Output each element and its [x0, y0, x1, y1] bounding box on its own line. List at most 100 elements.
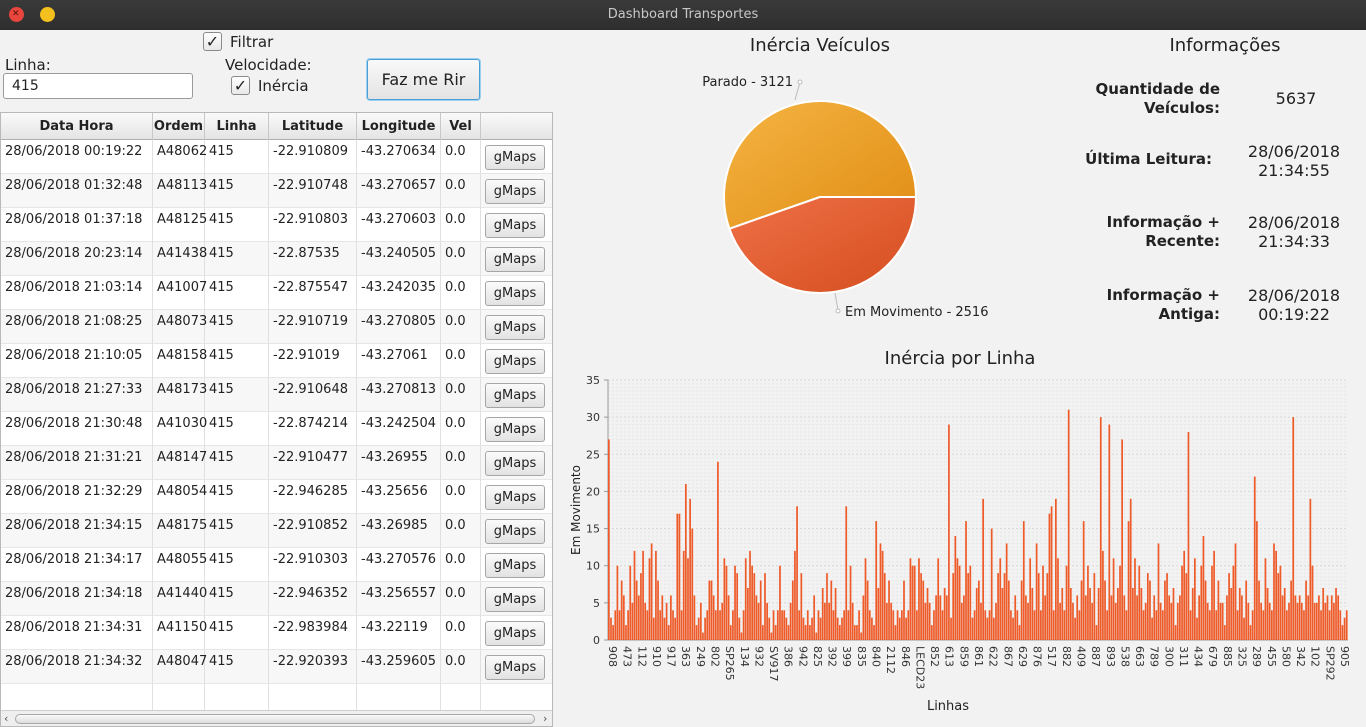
gmaps-button[interactable]: gMaps [485, 145, 545, 170]
linha-input[interactable] [3, 73, 193, 99]
bar [1003, 573, 1006, 640]
bar [1084, 595, 1087, 640]
column-header-vel[interactable]: Vel [441, 113, 481, 140]
cell-vel: 0.0 [441, 276, 481, 310]
table-row[interactable]: 28/06/2018 21:34:31 A41150 415 -22.983984 -4… [1, 616, 552, 650]
x-tick-label: 679 [1206, 646, 1219, 667]
bar [1320, 610, 1322, 640]
x-tick-label: 852 [928, 646, 941, 667]
bar [918, 558, 920, 640]
column-header-data-hora[interactable]: Data Hora [1, 113, 153, 140]
bar [667, 625, 670, 640]
bar [937, 558, 940, 640]
cell-latitude: -22.87535 [269, 242, 357, 276]
column-header-action[interactable] [481, 113, 552, 140]
gmaps-button[interactable]: gMaps [485, 519, 545, 544]
filtrar-checkbox[interactable]: ✓ [203, 32, 222, 51]
gmaps-button[interactable]: gMaps [485, 247, 545, 272]
horizontal-scrollbar[interactable]: ‹ › [1, 710, 552, 726]
cell-vel: 0.0 [441, 548, 481, 582]
bar [1266, 588, 1269, 640]
inercia-checkbox[interactable]: ✓ [231, 76, 250, 95]
x-tick-label: SV917 [767, 646, 780, 682]
table-row[interactable]: 28/06/2018 01:32:48 A48113 415 -22.910748 -4… [1, 174, 552, 208]
cell-vel: 0.0 [441, 140, 481, 174]
scroll-left-icon[interactable]: ‹ [4, 712, 8, 725]
velocidade-label: Velocidade: [225, 56, 312, 74]
bar [618, 610, 621, 640]
gmaps-button[interactable]: gMaps [485, 349, 545, 374]
table-row[interactable]: 28/06/2018 21:10:05 A48158 415 -22.91019 -43… [1, 344, 552, 378]
cell-longitude: -43.259605 [357, 650, 441, 684]
bar [699, 602, 702, 640]
table-row[interactable]: 28/06/2018 20:23:14 A41438 415 -22.87535 -43… [1, 242, 552, 276]
table-row[interactable]: 28/06/2018 21:34:18 A41440 415 -22.946352 -4… [1, 582, 552, 616]
table-row[interactable]: 28/06/2018 21:34:15 A48175 415 -22.910852 -4… [1, 514, 552, 548]
scrollbar-thumb[interactable] [15, 714, 535, 724]
minimize-window-button[interactable] [40, 7, 55, 22]
table-row[interactable]: 28/06/2018 21:08:25 A48073 415 -22.910719 -4… [1, 310, 552, 344]
column-header-longitude[interactable]: Longitude [357, 113, 441, 140]
gmaps-button[interactable]: gMaps [485, 553, 545, 578]
bar [772, 610, 775, 640]
bar [663, 617, 666, 640]
bar [727, 595, 730, 640]
x-tick-label: 789 [1148, 646, 1161, 667]
bar [655, 550, 657, 640]
gmaps-button[interactable]: gMaps [485, 281, 545, 306]
gmaps-button[interactable]: gMaps [485, 315, 545, 340]
gmaps-button[interactable]: gMaps [485, 621, 545, 646]
gmaps-button[interactable]: gMaps [485, 417, 545, 442]
bar [1140, 588, 1143, 640]
bar [860, 632, 863, 640]
bar [800, 573, 803, 640]
faz-me-rir-button[interactable]: Faz me Rir [367, 59, 480, 100]
x-tick-label: 473 [621, 646, 634, 667]
gmaps-button[interactable]: gMaps [485, 655, 545, 680]
table-row[interactable]: 28/06/2018 21:27:33 A48173 415 -22.910648 -4… [1, 378, 552, 412]
bar [984, 610, 987, 640]
bar [1093, 573, 1096, 640]
bar [1046, 573, 1049, 640]
bar [1249, 625, 1252, 640]
bar [644, 602, 647, 640]
bar [785, 617, 788, 640]
bar [1335, 588, 1337, 640]
bar [796, 506, 798, 640]
bar [1174, 625, 1177, 640]
table-row[interactable]: 28/06/2018 00:19:22 A48062 415 -22.910809 -4… [1, 140, 552, 174]
cell-vel: 0.0 [441, 514, 481, 548]
bar [1300, 602, 1303, 640]
bar [933, 610, 935, 640]
bar [1164, 580, 1166, 640]
bar [1119, 565, 1121, 640]
close-window-button[interactable] [9, 0, 24, 29]
gmaps-button[interactable]: gMaps [485, 383, 545, 408]
x-tick-label: 112 [635, 646, 648, 667]
table-row[interactable]: 28/06/2018 21:30:48 A41030 415 -22.874214 -4… [1, 412, 552, 446]
label-leader [794, 81, 801, 101]
bar [1102, 550, 1104, 640]
table-row[interactable]: 28/06/2018 01:37:18 A48125 415 -22.910803 -4… [1, 208, 552, 242]
scroll-right-icon[interactable]: › [543, 712, 547, 725]
table-row[interactable]: 28/06/2018 21:31:21 A48147 415 -22.910477 -4… [1, 446, 552, 480]
column-header-linha[interactable]: Linha [205, 113, 269, 140]
gmaps-button[interactable]: gMaps [485, 213, 545, 238]
bar [809, 625, 811, 640]
bar [1072, 602, 1074, 640]
cell-vel: 0.0 [441, 650, 481, 684]
gmaps-button[interactable]: gMaps [485, 179, 545, 204]
table-row[interactable]: 28/06/2018 21:34:17 A48055 415 -22.910303 -4… [1, 548, 552, 582]
table-row[interactable]: 28/06/2018 21:34:32 A48047 415 -22.920393 -4… [1, 650, 552, 684]
table-row[interactable]: 28/06/2018 21:32:29 A48054 415 -22.946285 -4… [1, 480, 552, 514]
gmaps-button[interactable]: gMaps [485, 451, 545, 476]
bar [971, 617, 974, 640]
bar [950, 617, 952, 640]
column-header-latitude[interactable]: Latitude [269, 113, 357, 140]
bar [817, 610, 820, 640]
table-row[interactable]: 28/06/2018 21:03:14 A41007 415 -22.875547 -4… [1, 276, 552, 310]
gmaps-button[interactable]: gMaps [485, 587, 545, 612]
bar [1146, 573, 1149, 640]
gmaps-button[interactable]: gMaps [485, 485, 545, 510]
column-header-ordem[interactable]: Ordem [153, 113, 205, 140]
